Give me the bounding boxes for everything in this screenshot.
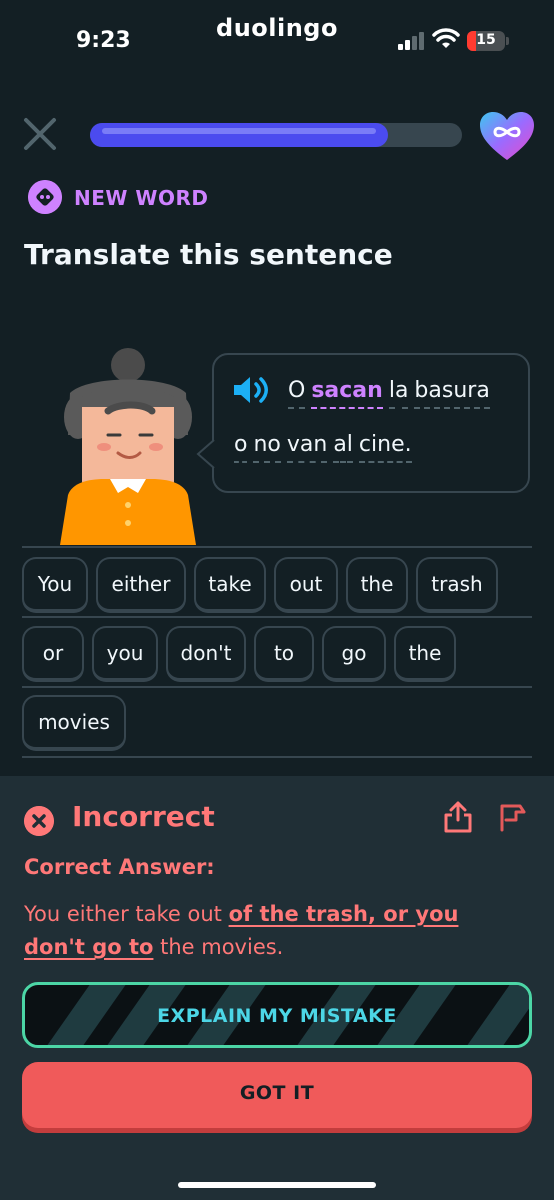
answer-highlight-1: of the trash, or you [228,902,459,926]
sentence-word[interactable]: al [333,432,353,463]
prompt-title: Translate this sentence [24,238,393,271]
progress-fill [90,123,388,147]
sentence-word[interactable]: cine. [358,432,412,463]
word-chip[interactable]: don't [166,626,246,682]
flag-icon[interactable] [498,800,530,832]
word-chip[interactable]: or [22,626,84,682]
answer-line [22,616,532,618]
sentence-line-2: o no van al cine. [234,432,418,463]
share-icon[interactable] [442,800,474,834]
sentence-word[interactable]: sacan [311,378,383,409]
new-word-icon [28,180,62,214]
sentence-word[interactable]: o [234,432,248,463]
answer-line [22,756,532,758]
word-chip[interactable]: the [394,626,456,682]
explain-my-mistake-button[interactable]: EXPLAIN MY MISTAKE [22,982,532,1048]
answer-line [22,686,532,688]
new-word-label: NEW WORD [74,186,209,210]
got-it-button-label: GOT IT [239,1082,315,1104]
sentence-word[interactable]: la [388,378,409,409]
answer-line [22,546,532,548]
speech-bubble-tail [196,440,215,468]
word-chip[interactable]: trash [416,557,498,613]
word-chip[interactable]: either [96,557,186,613]
sentence-word[interactable]: O [288,378,306,409]
got-it-button[interactable]: GOT IT [22,1062,532,1128]
feedback-title: Incorrect [72,800,215,833]
word-chip[interactable]: movies [22,695,126,751]
word-chip[interactable]: to [254,626,314,682]
battery-cap [506,37,509,45]
character-illustration [60,348,196,545]
sentence-word[interactable]: basura [414,378,490,409]
explain-button-label: EXPLAIN MY MISTAKE [157,1005,397,1027]
lesson-progress-bar [90,123,462,147]
word-chip[interactable]: you [92,626,158,682]
sentence-word[interactable]: van [286,432,328,463]
status-bar: 9:23 duolingo 15 [0,0,554,70]
signal-icon [398,32,426,50]
speaker-icon[interactable] [232,374,272,406]
word-chip[interactable]: take [194,557,266,613]
home-indicator[interactable] [178,1182,376,1188]
correct-answer-label: Correct Answer: [24,855,215,879]
battery-icon: 15 [467,31,505,51]
battery-level: 15 [476,32,496,48]
wifi-icon [432,28,460,48]
close-icon[interactable] [22,116,58,152]
progress-shine [102,128,376,134]
word-chip[interactable]: You [22,557,88,613]
answer-highlight-2: don't go to [24,935,154,959]
correct-answer-text: You either take out of the trash, or you… [24,898,524,964]
sentence-word[interactable]: no [253,432,281,463]
error-x-icon [24,806,54,836]
answer-plain-1: You either take out [24,902,229,926]
word-chip[interactable]: out [274,557,338,613]
word-chip[interactable]: go [322,626,386,682]
answer-plain-2: the movies. [153,935,284,959]
sentence-line-1: Osacan la basura [288,378,496,409]
heart-infinity-icon[interactable] [478,110,536,162]
word-chip[interactable]: the [346,557,408,613]
